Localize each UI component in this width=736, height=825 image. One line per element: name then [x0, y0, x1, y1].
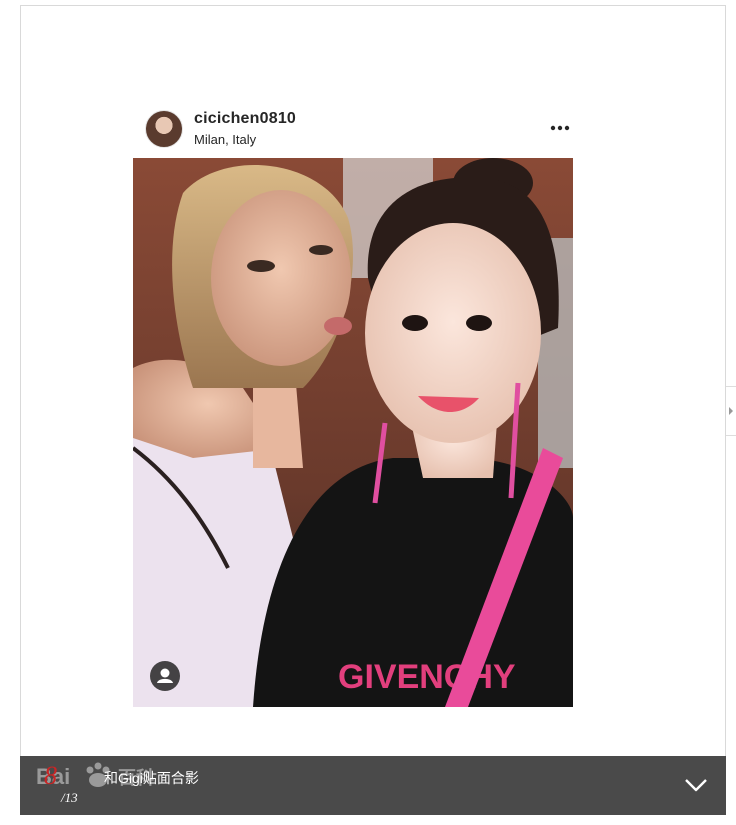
image-caption: 和Gigi贴面合影 — [104, 770, 199, 786]
user-tag-icon[interactable] — [150, 661, 180, 691]
svg-text:GIVENCHY: GIVENCHY — [338, 658, 516, 696]
user-avatar[interactable] — [145, 110, 183, 148]
page-current-number: 8 — [44, 761, 57, 790]
caption-bar: Bai 百科 8 /13 和Gigi贴面合影 — [20, 756, 726, 815]
chevron-right-icon — [729, 407, 733, 415]
chevron-down-icon[interactable] — [684, 776, 708, 794]
page-total-number: /13 — [61, 790, 78, 805]
post-location[interactable]: Milan, Italy — [194, 132, 256, 147]
more-horizontal-icon[interactable] — [545, 118, 575, 138]
post-username[interactable]: cicichen0810 — [194, 110, 296, 128]
post-header: cicichen0810 Milan, Italy — [145, 104, 575, 152]
selfie-image: GIVENCHY — [133, 158, 573, 707]
post-photo[interactable]: GIVENCHY — [133, 158, 573, 707]
next-image-button[interactable] — [726, 386, 736, 436]
